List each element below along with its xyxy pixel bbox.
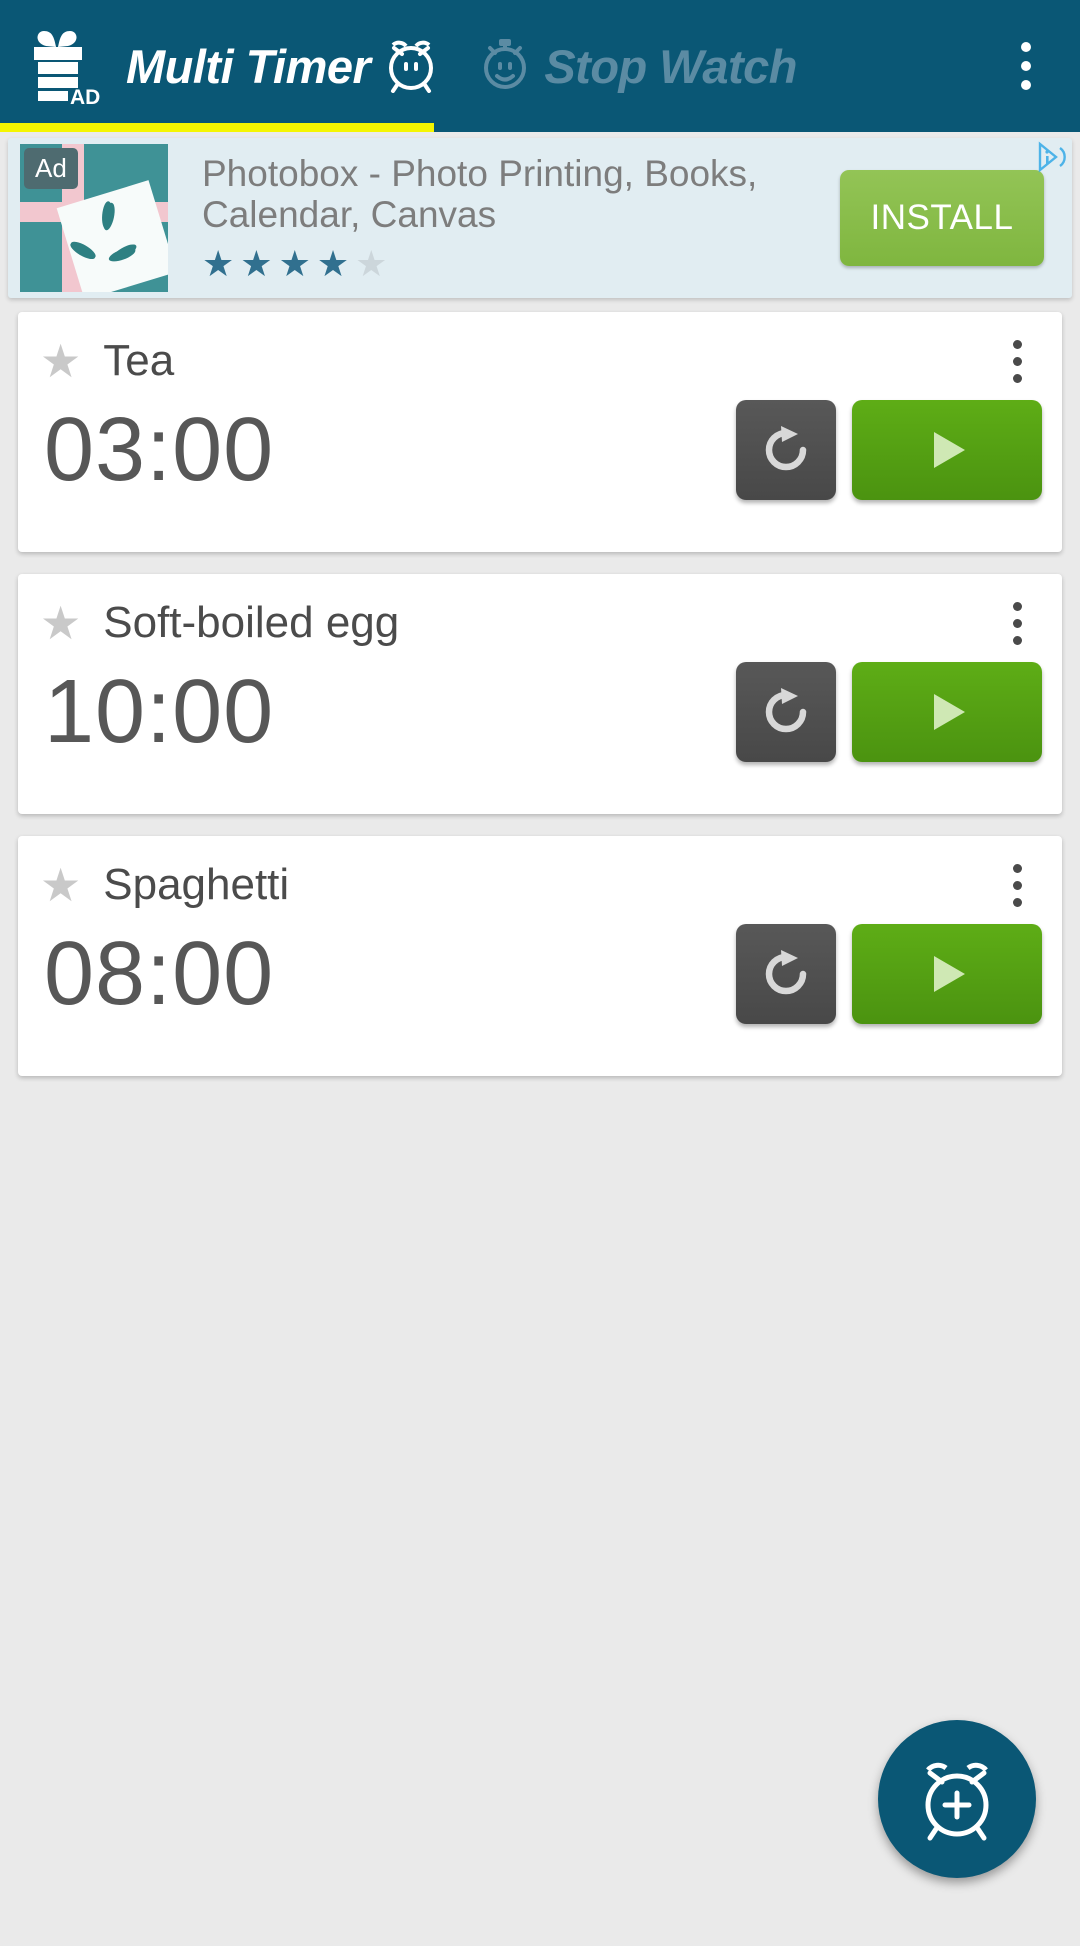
adchoices-icon[interactable]	[1034, 140, 1068, 174]
timer-list: ★ Tea 03:00 ★ Soft-boiled egg 10:00 ★ Sp…	[0, 298, 1080, 1076]
add-alarm-icon	[925, 1762, 989, 1841]
page-body: Ad Photobox - Photo Printing, Books, Cal…	[0, 138, 1080, 1946]
ad-banner[interactable]: Ad Photobox - Photo Printing, Books, Cal…	[8, 138, 1072, 298]
timer-card-controls: 08:00	[40, 920, 1042, 1028]
star-filled-icon: ★	[240, 243, 273, 285]
timer-name: Spaghetti	[103, 860, 290, 909]
star-filled-icon: ★	[202, 243, 235, 285]
ad-title: Photobox - Photo Printing, Books, Calend…	[202, 152, 758, 235]
timer-value: 10:00	[44, 662, 275, 762]
timer-name: Soft-boiled egg	[103, 598, 400, 647]
star-icon[interactable]: ★	[40, 862, 81, 908]
star-filled-icon: ★	[316, 243, 350, 285]
tab-multi-timer-label: Multi Timer	[126, 39, 371, 93]
alarm-clock-icon	[384, 35, 438, 98]
ad-star-rating: ★ ★ ★ ★ ★	[202, 246, 822, 282]
timer-card-header: ★ Spaghetti	[40, 854, 1042, 916]
reset-icon	[765, 688, 807, 733]
add-timer-fab[interactable]	[878, 1720, 1036, 1878]
tab-stop-watch[interactable]: Stop Watch	[480, 36, 797, 97]
timer-card[interactable]: ★ Tea 03:00	[18, 312, 1062, 552]
reset-button[interactable]	[736, 400, 836, 500]
star-empty-icon: ★	[355, 243, 388, 285]
tab-stop-watch-label: Stop Watch	[544, 39, 797, 93]
ad-install-button[interactable]: INSTALL	[840, 170, 1044, 266]
timer-card[interactable]: ★ Soft-boiled egg 10:00	[18, 574, 1062, 814]
timer-overflow-menu-icon[interactable]	[992, 328, 1042, 394]
play-icon	[934, 694, 965, 730]
app-bar: AD Multi Timer Stop Watch	[0, 0, 1080, 132]
reset-icon	[765, 426, 807, 471]
play-icon	[934, 432, 965, 468]
timer-card[interactable]: ★ Spaghetti 08:00	[18, 836, 1062, 1076]
tab-bar: Multi Timer Stop Watch	[126, 35, 998, 98]
start-button[interactable]	[852, 662, 1042, 762]
stopwatch-icon	[480, 36, 530, 97]
star-filled-icon: ★	[278, 243, 311, 285]
timer-overflow-menu-icon[interactable]	[992, 590, 1042, 656]
ad-badge: Ad	[24, 148, 78, 189]
overflow-menu-icon[interactable]	[998, 30, 1054, 102]
ad-gift-icon[interactable]: AD	[26, 25, 104, 107]
start-button[interactable]	[852, 400, 1042, 500]
timer-overflow-menu-icon[interactable]	[992, 852, 1042, 918]
reset-button[interactable]	[736, 924, 836, 1024]
start-button[interactable]	[852, 924, 1042, 1024]
ad-thumbnail: Ad	[20, 144, 168, 292]
star-icon[interactable]: ★	[40, 338, 81, 384]
timer-name: Tea	[103, 336, 175, 385]
timer-card-header: ★ Tea	[40, 330, 1042, 392]
tab-multi-timer[interactable]: Multi Timer	[126, 35, 438, 98]
play-icon	[934, 956, 965, 992]
reset-icon	[765, 950, 807, 995]
timer-card-controls: 03:00	[40, 396, 1042, 504]
timer-card-controls: 10:00	[40, 658, 1042, 766]
timer-card-header: ★ Soft-boiled egg	[40, 592, 1042, 654]
reset-button[interactable]	[736, 662, 836, 762]
timer-value: 03:00	[44, 400, 275, 500]
star-icon[interactable]: ★	[40, 600, 81, 646]
svg-text:AD: AD	[70, 86, 100, 107]
ad-text-block: Photobox - Photo Printing, Books, Calend…	[168, 152, 840, 282]
active-tab-underline	[0, 123, 434, 132]
timer-value: 08:00	[44, 924, 275, 1024]
